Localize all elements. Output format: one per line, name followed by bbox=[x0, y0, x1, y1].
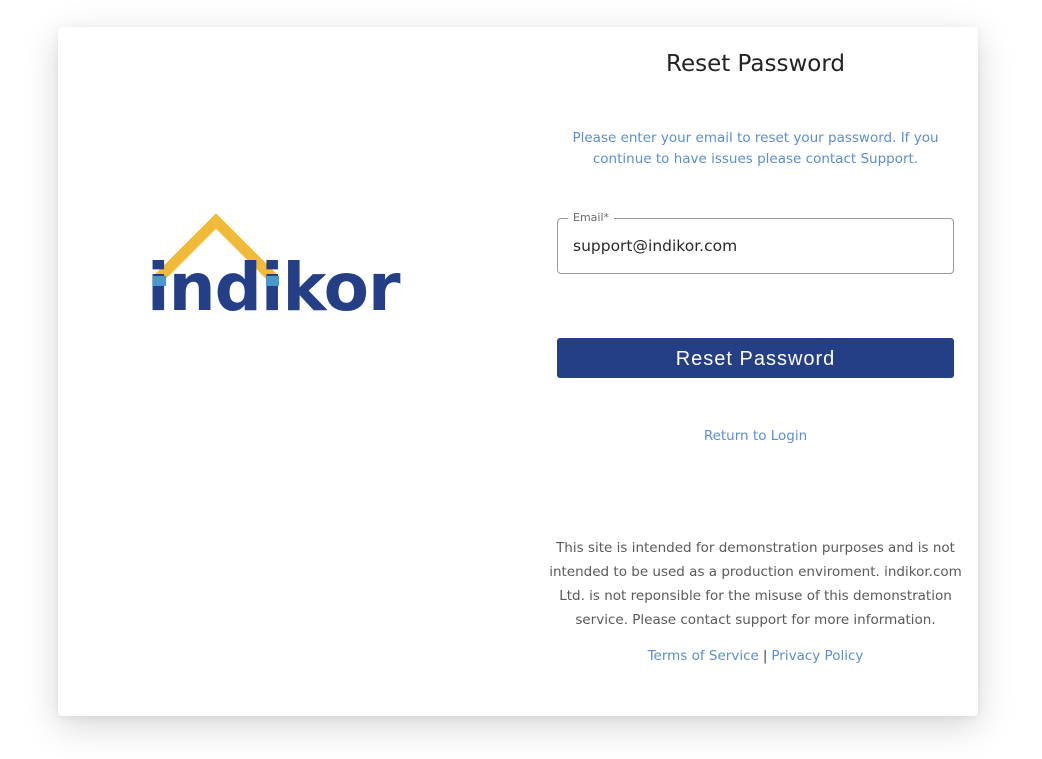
footer-links: Terms of Service | Privacy Policy bbox=[548, 648, 963, 664]
logo-i-dot-left bbox=[153, 276, 166, 286]
disclaimer-text: This site is intended for demonstration … bbox=[549, 540, 962, 628]
reset-password-card: indikor Reset Password Please enter your… bbox=[58, 27, 978, 716]
logo-wordmark: indikor bbox=[147, 249, 400, 326]
reset-password-button[interactable]: Reset Password bbox=[557, 338, 954, 378]
email-input[interactable] bbox=[573, 219, 933, 273]
logo-i-dot-right bbox=[266, 276, 279, 286]
email-field: Email* bbox=[557, 211, 954, 274]
page-title: Reset Password bbox=[666, 51, 845, 77]
privacy-policy-link[interactable]: Privacy Policy bbox=[771, 648, 863, 664]
link-separator: | bbox=[762, 648, 768, 664]
return-to-login-link[interactable]: Return to Login bbox=[548, 428, 963, 444]
indikor-logo: indikor bbox=[147, 213, 415, 333]
terms-of-service-link[interactable]: Terms of Service bbox=[648, 648, 759, 664]
intro-text: Please enter your email to reset your pa… bbox=[572, 130, 939, 167]
